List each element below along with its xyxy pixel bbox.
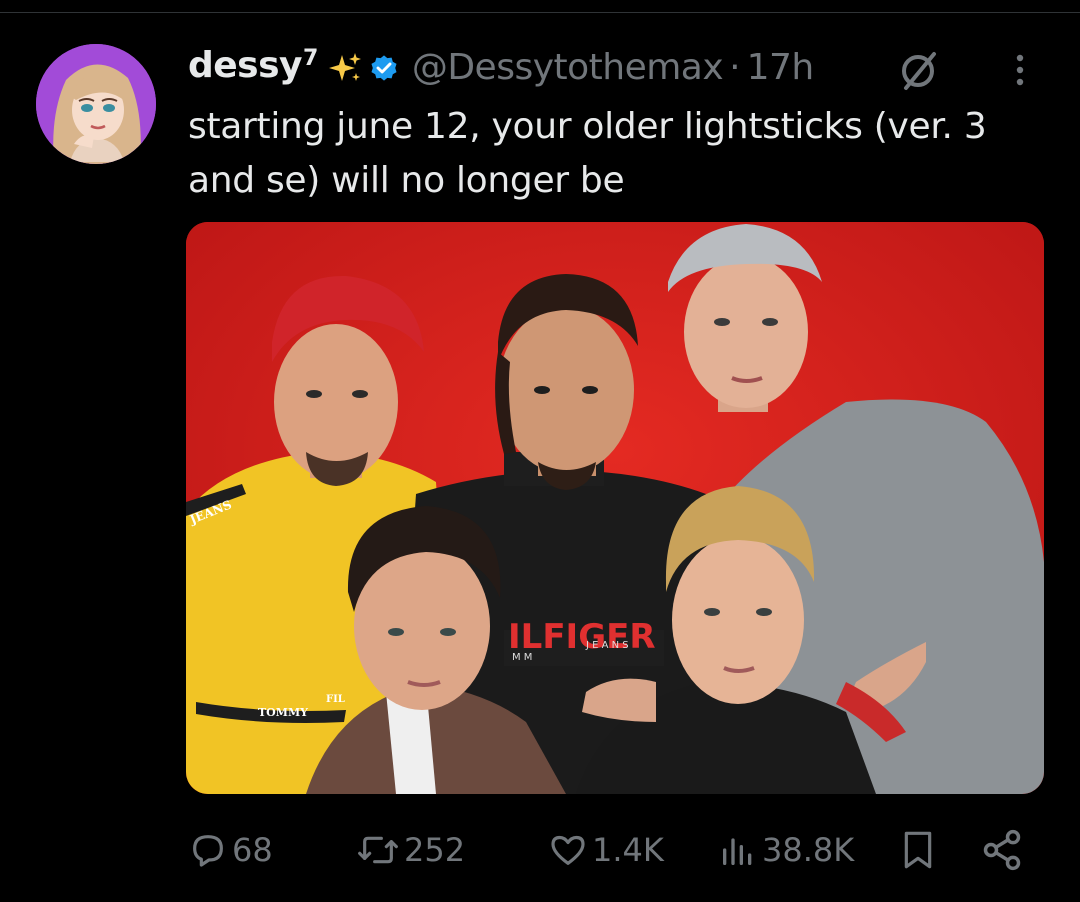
bookmark-button[interactable]: [898, 828, 938, 876]
user-handle[interactable]: @Dessytothemax: [412, 42, 724, 94]
reply-icon: [193, 835, 223, 867]
avatar-illustration: [36, 44, 156, 164]
views-button[interactable]: 38.8K: [718, 828, 854, 872]
like-button[interactable]: 1.4K: [548, 828, 664, 872]
post-text: starting june 12, your older lightsticks…: [188, 106, 987, 201]
heart-icon: [551, 835, 585, 865]
shirt-text-tommy: TOMMY: [258, 706, 308, 719]
shirt-text-ilfiger: ILFIGER: [508, 617, 656, 657]
more-options-icon[interactable]: [1006, 50, 1034, 90]
views-chart-icon: [723, 838, 752, 865]
group-photo-illustration: JEANS TOMMY FIL ILFIGER M M J E A N S: [186, 222, 1044, 794]
bookmark-icon: [904, 831, 932, 869]
like-count: 1.4K: [592, 831, 664, 869]
display-name[interactable]: dessy7: [188, 40, 318, 97]
post-photo[interactable]: JEANS TOMMY FIL ILFIGER M M J E A N S: [186, 222, 1044, 794]
repost-icon: [358, 836, 398, 864]
separator-dot: ·: [729, 47, 741, 88]
top-divider: [0, 12, 1080, 13]
post-header: dessy7 @Dessytothemax · 17h: [188, 42, 814, 94]
reply-button[interactable]: 68: [188, 828, 273, 872]
action-bar: 68 252 1.4K 38.8K: [0, 820, 1080, 880]
name-superscript: 7: [303, 45, 318, 71]
repost-count: 252: [404, 831, 466, 869]
post-timestamp[interactable]: 17h: [747, 42, 815, 94]
repost-button[interactable]: 252: [356, 828, 465, 872]
avatar[interactable]: [36, 44, 156, 164]
shirt-text-mm: M M: [512, 652, 532, 663]
share-icon: [983, 829, 1021, 871]
grok-icon[interactable]: [896, 48, 942, 98]
view-count: 38.8K: [762, 831, 855, 869]
verified-badge-icon: [368, 52, 400, 84]
sparkles-icon: [328, 51, 362, 85]
shirt-text-fil: FIL: [326, 694, 345, 705]
reply-count: 68: [232, 831, 273, 869]
shirt-text-jeans-2: J E A N S: [585, 640, 629, 651]
share-button[interactable]: [980, 828, 1024, 876]
